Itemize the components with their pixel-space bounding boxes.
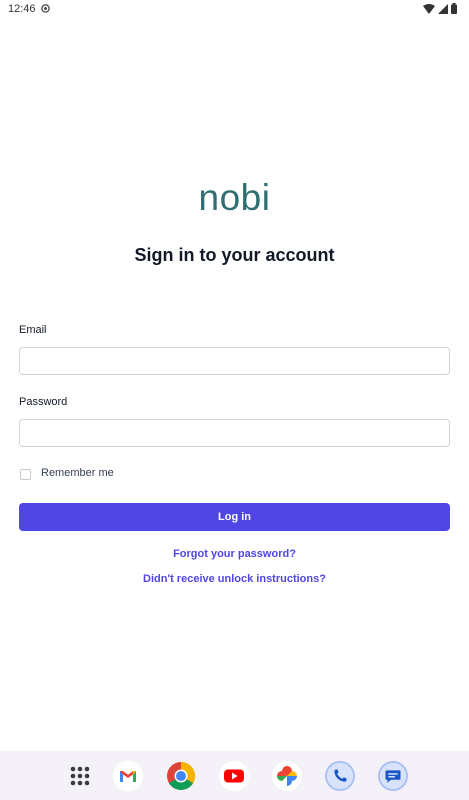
wifi-icon <box>423 3 435 14</box>
notification-icon <box>41 4 50 13</box>
app-drawer-icon[interactable] <box>65 761 95 791</box>
nobi-logo: nobi <box>198 177 271 218</box>
login-button[interactable]: Log in <box>19 503 450 531</box>
photos-icon[interactable] <box>272 761 302 791</box>
youtube-icon[interactable] <box>219 761 249 791</box>
gmail-icon[interactable] <box>113 761 143 791</box>
phone-icon[interactable] <box>325 761 355 791</box>
status-icons <box>423 3 457 14</box>
email-label: Email <box>19 324 47 336</box>
app-dock <box>0 751 469 800</box>
messages-icon[interactable] <box>378 761 408 791</box>
forgot-password-link[interactable]: Forgot your password? <box>0 548 469 560</box>
signal-icon <box>438 3 448 14</box>
chrome-icon[interactable] <box>166 761 196 791</box>
remember-me-checkbox[interactable] <box>20 469 31 480</box>
page-title: Sign in to your account <box>134 245 335 265</box>
email-field[interactable] <box>19 347 450 375</box>
password-field[interactable] <box>19 419 450 447</box>
battery-icon <box>451 3 457 14</box>
remember-me-label[interactable]: Remember me <box>41 467 114 479</box>
unlock-instructions-link[interactable]: Didn't receive unlock instructions? <box>0 573 469 585</box>
status-bar: 12:46 <box>0 0 469 20</box>
password-label: Password <box>19 396 68 408</box>
status-time: 12:46 <box>8 3 36 15</box>
